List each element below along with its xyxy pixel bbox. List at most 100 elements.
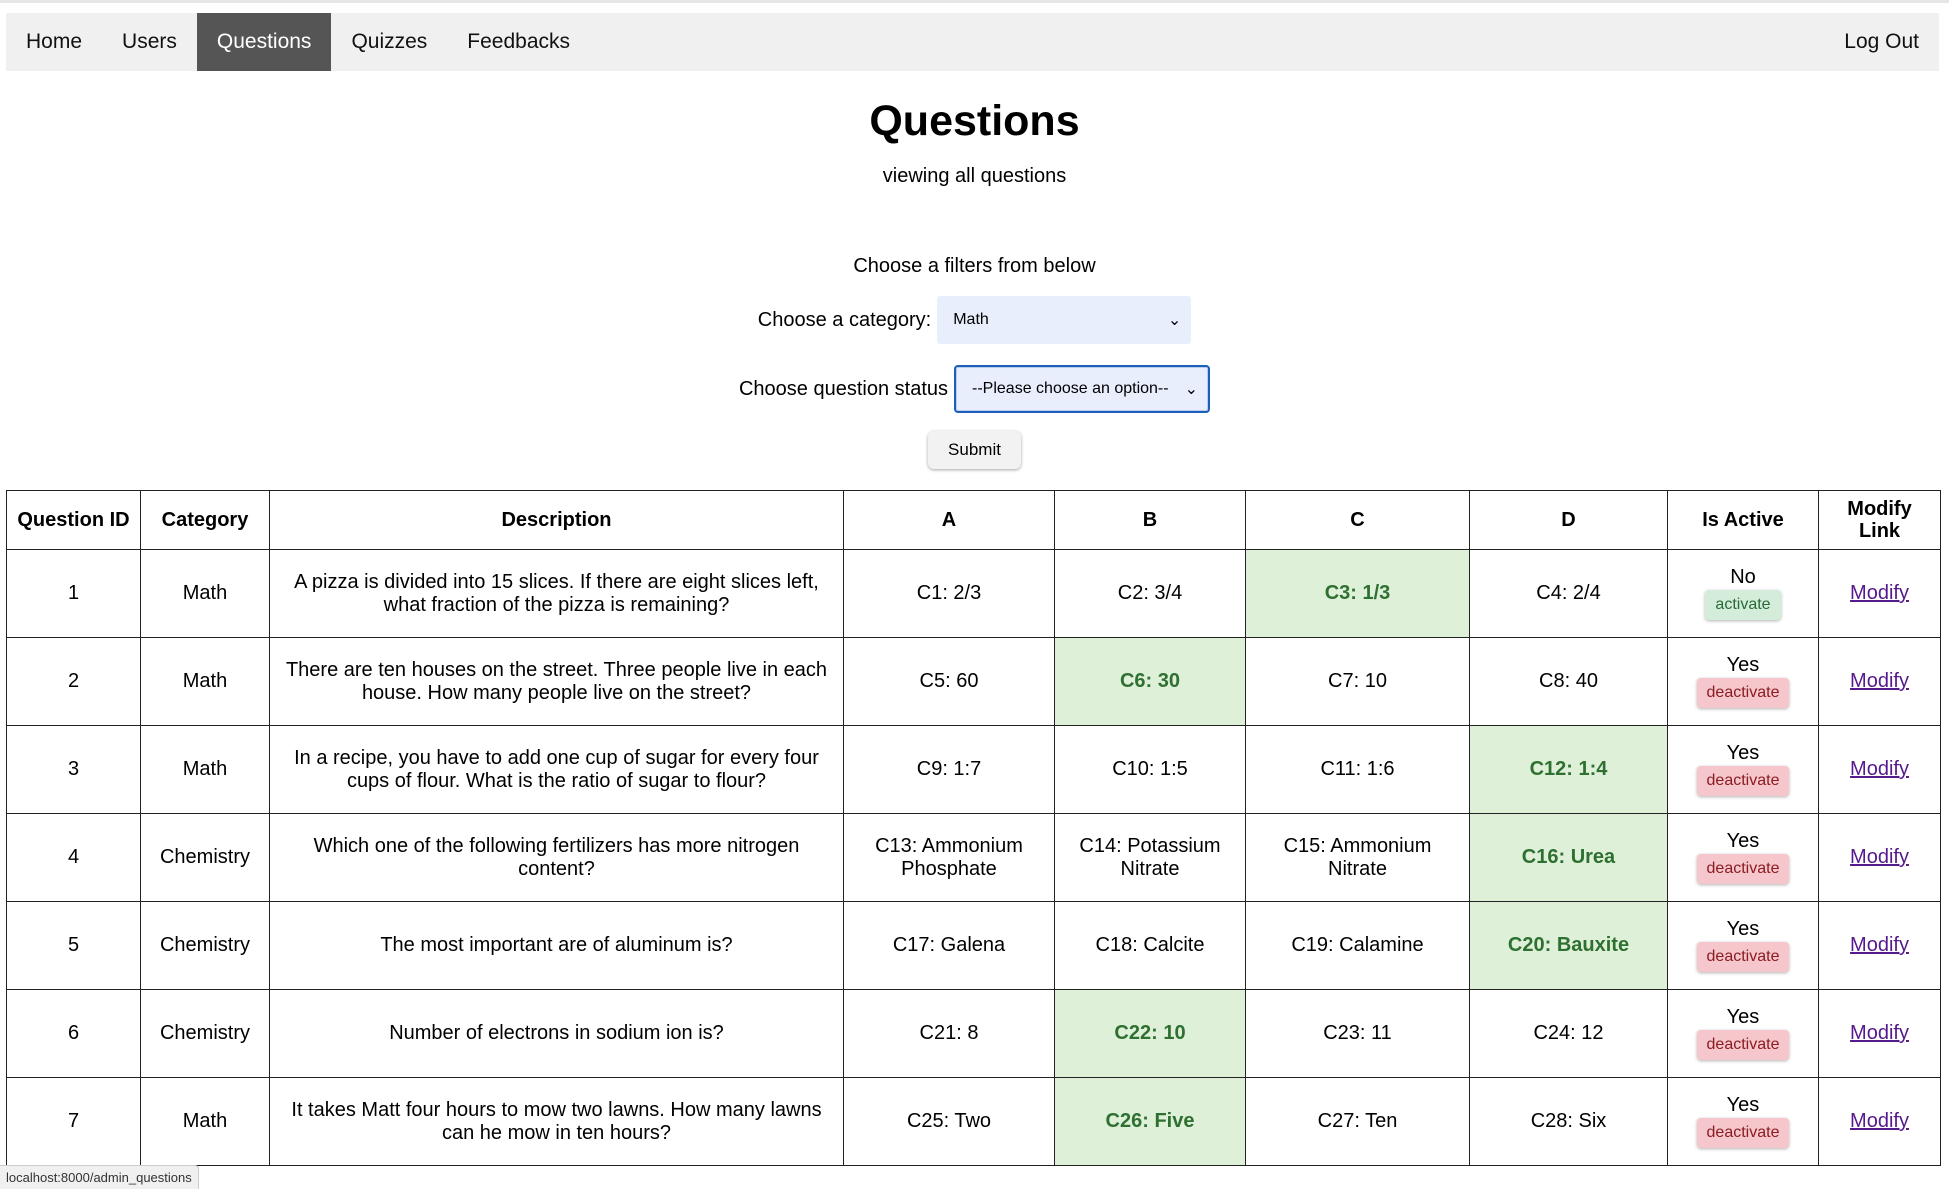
cell-option-a: C1: 2/3 bbox=[843, 549, 1055, 638]
cell-question-id: 4 bbox=[6, 813, 141, 902]
modify-link[interactable]: Modify bbox=[1850, 1022, 1909, 1044]
cell-description: In a recipe, you have to add one cup of … bbox=[269, 725, 844, 814]
modify-link[interactable]: Modify bbox=[1850, 846, 1909, 868]
col-header-b: B bbox=[1054, 490, 1246, 550]
table-row: 1 Math A pizza is divided into 15 slices… bbox=[6, 549, 1941, 638]
cell-option-a: C5: 60 bbox=[843, 637, 1055, 726]
nav-quizzes[interactable]: Quizzes bbox=[331, 13, 447, 71]
chevron-down-icon: ⌄ bbox=[1167, 312, 1182, 329]
table-row: 6 Chemistry Number of electrons in sodiu… bbox=[6, 989, 1941, 1078]
cell-description: It takes Matt four hours to mow two lawn… bbox=[269, 1077, 844, 1166]
cell-option-b-correct: C6: 30 bbox=[1054, 637, 1246, 726]
col-header-modify-link: Modify Link bbox=[1818, 490, 1941, 550]
status-select[interactable]: --Please choose an option-- ⌄ bbox=[954, 365, 1211, 413]
cell-option-d: C28: Six bbox=[1469, 1077, 1668, 1166]
submit-button[interactable]: Submit bbox=[928, 431, 1021, 469]
deactivate-button[interactable]: deactivate bbox=[1696, 678, 1790, 708]
cell-description: A pizza is divided into 15 slices. If th… bbox=[269, 549, 844, 638]
cell-option-d: C4: 2/4 bbox=[1469, 549, 1668, 638]
modify-link[interactable]: Modify bbox=[1850, 582, 1909, 604]
cell-is-active: Yes deactivate bbox=[1667, 901, 1819, 990]
cell-modify: Modify bbox=[1818, 1077, 1941, 1166]
cell-option-d: C24: 12 bbox=[1469, 989, 1668, 1078]
modify-link[interactable]: Modify bbox=[1850, 934, 1909, 956]
cell-description: Number of electrons in sodium ion is? bbox=[269, 989, 844, 1078]
top-navbar: Home Users Questions Quizzes Feedbacks L… bbox=[6, 13, 1939, 71]
nav-questions[interactable]: Questions bbox=[196, 13, 332, 71]
cell-category: Math bbox=[140, 637, 270, 726]
cell-question-id: 5 bbox=[6, 901, 141, 990]
cell-option-b: C10: 1:5 bbox=[1054, 725, 1246, 814]
filters-heading: Choose a filters from below bbox=[853, 255, 1096, 277]
cell-is-active: Yes deactivate bbox=[1667, 725, 1819, 814]
table-body: 1 Math A pizza is divided into 15 slices… bbox=[6, 549, 1941, 1166]
cell-option-c: C11: 1:6 bbox=[1245, 725, 1470, 814]
table-row: 5 Chemistry The most important are of al… bbox=[6, 901, 1941, 990]
active-status-text: Yes bbox=[1726, 742, 1760, 764]
nav-users[interactable]: Users bbox=[102, 13, 197, 71]
category-select-value: Math bbox=[953, 311, 989, 328]
status-select-value: --Please choose an option-- bbox=[972, 380, 1169, 397]
table-row: 7 Math It takes Matt four hours to mow t… bbox=[6, 1077, 1941, 1166]
table-header-row: Question ID Category Description A B C D… bbox=[6, 490, 1941, 550]
active-status-text: Yes bbox=[1726, 1006, 1760, 1028]
cell-option-c: C23: 11 bbox=[1245, 989, 1470, 1078]
page-title: Questions bbox=[869, 97, 1080, 145]
category-select[interactable]: Math ⌄ bbox=[937, 296, 1192, 344]
cell-description: There are ten houses on the street. Thre… bbox=[269, 637, 844, 726]
status-filter-row: Choose question status --Please choose a… bbox=[0, 365, 1949, 413]
col-header-is-active: Is Active bbox=[1667, 490, 1819, 550]
cell-option-a: C9: 1:7 bbox=[843, 725, 1055, 814]
cell-is-active: Yes deactivate bbox=[1667, 813, 1819, 902]
browser-top-edge bbox=[0, 0, 1949, 3]
cell-option-d-correct: C20: Bauxite bbox=[1469, 901, 1668, 990]
cell-modify: Modify bbox=[1818, 901, 1941, 990]
cell-option-d: C8: 40 bbox=[1469, 637, 1668, 726]
table-row: 2 Math There are ten houses on the stree… bbox=[6, 637, 1941, 726]
cell-is-active: Yes deactivate bbox=[1667, 1077, 1819, 1166]
nav-feedbacks[interactable]: Feedbacks bbox=[447, 13, 590, 71]
cell-category: Math bbox=[140, 725, 270, 814]
cell-modify: Modify bbox=[1818, 989, 1941, 1078]
deactivate-button[interactable]: deactivate bbox=[1696, 1118, 1790, 1148]
modify-link[interactable]: Modify bbox=[1850, 758, 1909, 780]
cell-is-active: Yes deactivate bbox=[1667, 989, 1819, 1078]
active-status-text: Yes bbox=[1726, 830, 1760, 852]
deactivate-button[interactable]: deactivate bbox=[1696, 766, 1790, 796]
col-header-category: Category bbox=[140, 490, 270, 550]
cell-option-c: C19: Calamine bbox=[1245, 901, 1470, 990]
cell-option-c: C7: 10 bbox=[1245, 637, 1470, 726]
deactivate-button[interactable]: deactivate bbox=[1696, 942, 1790, 972]
cell-option-a: C17: Galena bbox=[843, 901, 1055, 990]
nav-home[interactable]: Home bbox=[6, 13, 102, 71]
modify-link[interactable]: Modify bbox=[1850, 670, 1909, 692]
questions-table: Question ID Category Description A B C D… bbox=[6, 490, 1941, 1166]
cell-question-id: 7 bbox=[6, 1077, 141, 1166]
cell-description: Which one of the following fertilizers h… bbox=[269, 813, 844, 902]
cell-question-id: 3 bbox=[6, 725, 141, 814]
deactivate-button[interactable]: deactivate bbox=[1696, 1030, 1790, 1060]
cell-is-active: Yes deactivate bbox=[1667, 637, 1819, 726]
col-header-a: A bbox=[843, 490, 1055, 550]
deactivate-button[interactable]: deactivate bbox=[1696, 854, 1790, 884]
cell-option-b: C14: Potassium Nitrate bbox=[1054, 813, 1246, 902]
page-subtitle: viewing all questions bbox=[882, 165, 1067, 187]
active-status-text: Yes bbox=[1726, 1094, 1760, 1116]
cell-modify: Modify bbox=[1818, 637, 1941, 726]
col-header-d: D bbox=[1469, 490, 1668, 550]
activate-button[interactable]: activate bbox=[1705, 590, 1781, 620]
category-label: Choose a category: bbox=[757, 308, 932, 331]
active-status-text: Yes bbox=[1726, 918, 1760, 940]
category-filter-row: Choose a category: Math ⌄ bbox=[0, 296, 1949, 344]
cell-option-a: C21: 8 bbox=[843, 989, 1055, 1078]
cell-category: Math bbox=[140, 549, 270, 638]
cell-category: Chemistry bbox=[140, 813, 270, 902]
cell-modify: Modify bbox=[1818, 725, 1941, 814]
logout-link[interactable]: Log Out bbox=[1824, 13, 1939, 71]
cell-option-c-correct: C3: 1/3 bbox=[1245, 549, 1470, 638]
cell-option-c: C27: Ten bbox=[1245, 1077, 1470, 1166]
modify-link[interactable]: Modify bbox=[1850, 1110, 1909, 1132]
table-row: 4 Chemistry Which one of the following f… bbox=[6, 813, 1941, 902]
cell-category: Math bbox=[140, 1077, 270, 1166]
table-row: 3 Math In a recipe, you have to add one … bbox=[6, 725, 1941, 814]
